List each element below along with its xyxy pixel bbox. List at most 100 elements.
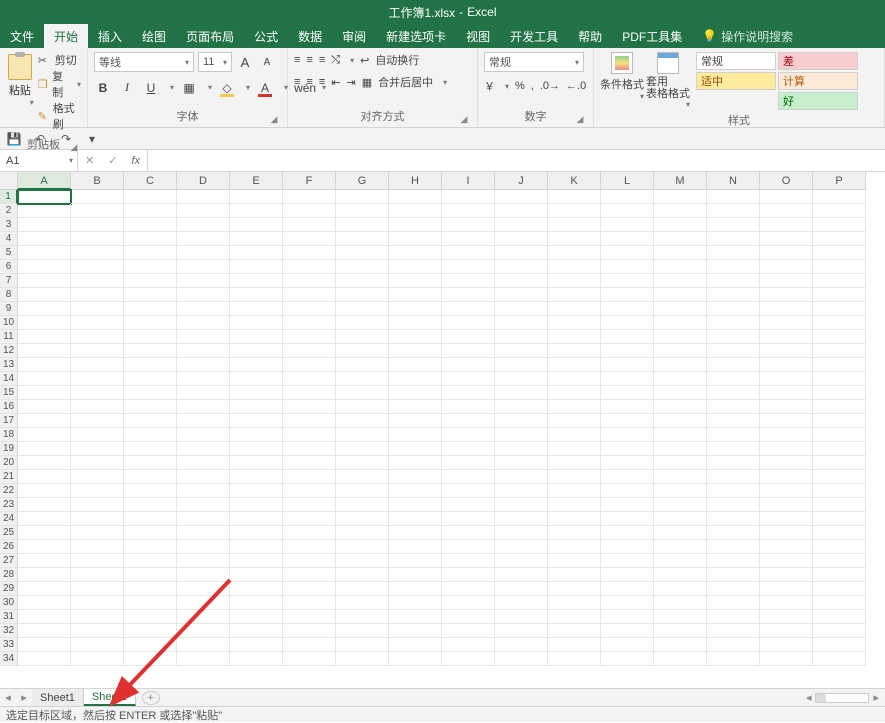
cell-J30[interactable] xyxy=(495,596,548,610)
cell-I11[interactable] xyxy=(442,330,495,344)
cell-J1[interactable] xyxy=(495,190,548,204)
cell-A11[interactable] xyxy=(18,330,71,344)
cell-E31[interactable] xyxy=(230,610,283,624)
font-color-button[interactable]: A xyxy=(256,81,274,95)
cell-C15[interactable] xyxy=(124,386,177,400)
cell-J20[interactable] xyxy=(495,456,548,470)
cell-style-bad[interactable]: 差 xyxy=(778,52,858,70)
column-header-G[interactable]: G xyxy=(336,172,389,190)
cell-C5[interactable] xyxy=(124,246,177,260)
cell-B26[interactable] xyxy=(71,540,124,554)
cut-button[interactable]: ✂剪切 xyxy=(38,52,81,68)
cell-J27[interactable] xyxy=(495,554,548,568)
cell-A14[interactable] xyxy=(18,372,71,386)
cell-G8[interactable] xyxy=(336,288,389,302)
cell-J33[interactable] xyxy=(495,638,548,652)
cell-L19[interactable] xyxy=(601,442,654,456)
column-header-J[interactable]: J xyxy=(495,172,548,190)
cell-J12[interactable] xyxy=(495,344,548,358)
cell-E28[interactable] xyxy=(230,568,283,582)
cell-A22[interactable] xyxy=(18,484,71,498)
cell-I21[interactable] xyxy=(442,470,495,484)
cell-B7[interactable] xyxy=(71,274,124,288)
cell-G2[interactable] xyxy=(336,204,389,218)
cell-O33[interactable] xyxy=(760,638,813,652)
cell-F30[interactable] xyxy=(283,596,336,610)
cell-H3[interactable] xyxy=(389,218,442,232)
cell-F2[interactable] xyxy=(283,204,336,218)
cell-P34[interactable] xyxy=(813,652,866,666)
cell-H4[interactable] xyxy=(389,232,442,246)
cell-G12[interactable] xyxy=(336,344,389,358)
cell-E23[interactable] xyxy=(230,498,283,512)
chevron-down-icon[interactable]: ▾ xyxy=(181,58,189,67)
cell-G23[interactable] xyxy=(336,498,389,512)
name-box[interactable]: A1▾ xyxy=(0,150,78,171)
cell-M31[interactable] xyxy=(654,610,707,624)
cell-F32[interactable] xyxy=(283,624,336,638)
cell-A5[interactable] xyxy=(18,246,71,260)
row-header-28[interactable]: 28 xyxy=(0,568,18,582)
cell-B3[interactable] xyxy=(71,218,124,232)
column-header-H[interactable]: H xyxy=(389,172,442,190)
cell-M23[interactable] xyxy=(654,498,707,512)
column-header-I[interactable]: I xyxy=(442,172,495,190)
cell-O34[interactable] xyxy=(760,652,813,666)
chevron-down-icon[interactable]: ▾ xyxy=(26,98,34,107)
cell-L6[interactable] xyxy=(601,260,654,274)
tab-页面布局[interactable]: 页面布局 xyxy=(176,24,244,48)
cell-I5[interactable] xyxy=(442,246,495,260)
cell-K31[interactable] xyxy=(548,610,601,624)
cell-B14[interactable] xyxy=(71,372,124,386)
cell-D23[interactable] xyxy=(177,498,230,512)
cell-H18[interactable] xyxy=(389,428,442,442)
cell-E10[interactable] xyxy=(230,316,283,330)
cell-F28[interactable] xyxy=(283,568,336,582)
cell-F23[interactable] xyxy=(283,498,336,512)
cell-N20[interactable] xyxy=(707,456,760,470)
cell-N18[interactable] xyxy=(707,428,760,442)
cell-G19[interactable] xyxy=(336,442,389,456)
row-header-32[interactable]: 32 xyxy=(0,624,18,638)
cell-P24[interactable] xyxy=(813,512,866,526)
cell-F14[interactable] xyxy=(283,372,336,386)
cell-G11[interactable] xyxy=(336,330,389,344)
cell-A13[interactable] xyxy=(18,358,71,372)
align-bottom-icon[interactable]: ≡ xyxy=(319,54,325,66)
cell-A26[interactable] xyxy=(18,540,71,554)
cell-P11[interactable] xyxy=(813,330,866,344)
cell-G26[interactable] xyxy=(336,540,389,554)
cell-P30[interactable] xyxy=(813,596,866,610)
cell-K6[interactable] xyxy=(548,260,601,274)
cell-G20[interactable] xyxy=(336,456,389,470)
cell-G14[interactable] xyxy=(336,372,389,386)
column-header-L[interactable]: L xyxy=(601,172,654,190)
cell-F18[interactable] xyxy=(283,428,336,442)
cell-O12[interactable] xyxy=(760,344,813,358)
cell-M9[interactable] xyxy=(654,302,707,316)
cell-O2[interactable] xyxy=(760,204,813,218)
cell-C2[interactable] xyxy=(124,204,177,218)
cell-K14[interactable] xyxy=(548,372,601,386)
cell-C8[interactable] xyxy=(124,288,177,302)
cell-D3[interactable] xyxy=(177,218,230,232)
cell-E5[interactable] xyxy=(230,246,283,260)
cell-A2[interactable] xyxy=(18,204,71,218)
cell-M24[interactable] xyxy=(654,512,707,526)
row-header-1[interactable]: 1 xyxy=(0,190,18,204)
cell-M26[interactable] xyxy=(654,540,707,554)
cell-K34[interactable] xyxy=(548,652,601,666)
column-header-C[interactable]: C xyxy=(124,172,177,190)
cell-P21[interactable] xyxy=(813,470,866,484)
cell-D31[interactable] xyxy=(177,610,230,624)
cell-G24[interactable] xyxy=(336,512,389,526)
cell-M17[interactable] xyxy=(654,414,707,428)
cell-P20[interactable] xyxy=(813,456,866,470)
cell-B17[interactable] xyxy=(71,414,124,428)
cell-G5[interactable] xyxy=(336,246,389,260)
cell-F29[interactable] xyxy=(283,582,336,596)
cell-E26[interactable] xyxy=(230,540,283,554)
cell-P28[interactable] xyxy=(813,568,866,582)
cell-H30[interactable] xyxy=(389,596,442,610)
cell-M29[interactable] xyxy=(654,582,707,596)
